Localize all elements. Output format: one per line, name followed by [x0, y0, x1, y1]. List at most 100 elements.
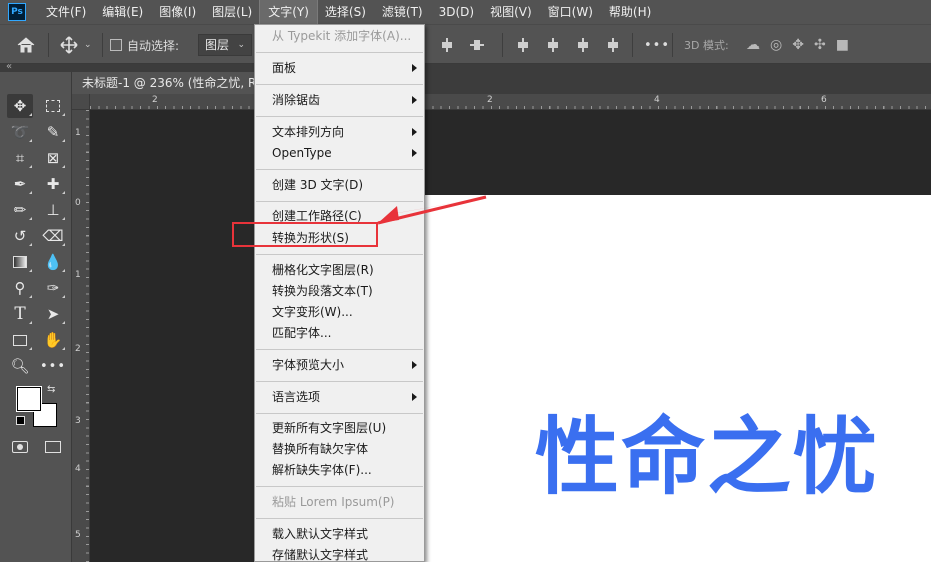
menu-item-replace-missing-fonts[interactable]: 替换所有缺欠字体: [255, 439, 424, 460]
canvas-text-layer[interactable]: 性命之忧: [535, 415, 879, 499]
menu-item-label: 粘贴 Lorem Ipsum(P): [272, 495, 395, 509]
menu-help[interactable]: 帮助(H): [601, 0, 659, 24]
menu-layer[interactable]: 图层(L): [204, 0, 260, 24]
clone-stamp-tool-icon[interactable]: ⊥: [40, 198, 66, 222]
eraser-tool-icon[interactable]: ⌫: [40, 224, 66, 248]
menu-window[interactable]: 窗口(W): [540, 0, 601, 24]
3d-scale-icon[interactable]: ■: [836, 37, 849, 53]
type-menu-dropdown: 从 Typekit 添加字体(A)... 面板 消除锯齿 文本排列方向 Open…: [254, 24, 425, 562]
menu-item-match-font[interactable]: 匹配字体...: [255, 323, 424, 344]
3d-roll-icon[interactable]: ◎: [770, 37, 782, 53]
annotation-highlight-box: [232, 222, 378, 247]
eyedropper-tool-icon[interactable]: ✒: [7, 172, 33, 196]
ruler-tick-label: 5: [75, 530, 81, 540]
menu-item-resolve-missing-fonts[interactable]: 解析缺失字体(F)...: [255, 460, 424, 481]
submenu-arrow-icon: [412, 64, 417, 72]
blur-tool-icon[interactable]: 💧: [40, 250, 66, 274]
collapse-chevron-icon[interactable]: «: [6, 61, 12, 72]
home-icon[interactable]: [16, 25, 36, 65]
options-bar: ⌄ 自动选择: 图层 ⌄ ••• 3D 模式: ☁ ◎ ✥ ✣ ■: [0, 24, 931, 64]
tools-panel: ✥ ➰ ✎ ⌗ ⊠ ✒ ✚ ✏ ⊥ ↺ ⌫ 💧 ⚲ ✑ T ➤ ✋ 🔍︎ •••…: [0, 72, 72, 562]
menu-item-label: 栅格化文字图层(R): [272, 263, 374, 277]
more-tools-icon[interactable]: •••: [40, 354, 66, 378]
menu-item-create-3d-text[interactable]: 创建 3D 文字(D): [255, 175, 424, 196]
menu-item-update-all-text-layers[interactable]: 更新所有文字图层(U): [255, 418, 424, 439]
menu-item-label: 面板: [272, 61, 297, 75]
align-bottom-icon[interactable]: [576, 38, 590, 52]
menu-type[interactable]: 文字(Y): [259, 0, 318, 25]
brush-tool-icon[interactable]: ✏: [7, 198, 33, 222]
menu-item-rasterize-type-layer[interactable]: 栅格化文字图层(R): [255, 260, 424, 281]
quick-mask-icon[interactable]: [7, 435, 33, 459]
crop-tool-icon[interactable]: ⌗: [7, 146, 33, 170]
ruler-origin[interactable]: [72, 94, 90, 110]
menu-item-warp-text[interactable]: 文字变形(W)...: [255, 302, 424, 323]
3d-pan-icon[interactable]: ✥: [792, 37, 804, 53]
menu-bar: Ps 文件(F) 编辑(E) 图像(I) 图层(L) 文字(Y) 选择(S) 滤…: [0, 0, 931, 25]
canvas-document[interactable]: [425, 195, 931, 562]
move-tool-preset-icon[interactable]: ⌄: [60, 25, 92, 65]
align-vertical-center-icon[interactable]: [546, 38, 560, 52]
menu-item-label: 转换为段落文本(T): [272, 284, 373, 298]
menu-item-orientation[interactable]: 文本排列方向: [255, 122, 424, 143]
menu-item-save-default-type-styles[interactable]: 存储默认文字样式: [255, 545, 424, 562]
quick-selection-tool-icon[interactable]: ✎: [40, 120, 66, 144]
rectangle-tool-icon[interactable]: [7, 328, 33, 352]
zoom-tool-icon[interactable]: 🔍︎: [7, 354, 33, 378]
menu-file[interactable]: 文件(F): [38, 0, 94, 24]
menu-item-anti-aliasing[interactable]: 消除锯齿: [255, 90, 424, 111]
swap-colors-icon[interactable]: ⇆: [47, 384, 55, 395]
pen-tool-icon[interactable]: ✑: [40, 276, 66, 300]
auto-select-checkbox-box[interactable]: [110, 39, 122, 51]
distribute-horizontal-icon[interactable]: [470, 38, 484, 52]
history-brush-tool-icon[interactable]: ↺: [7, 224, 33, 248]
dodge-tool-icon[interactable]: ⚲: [7, 276, 33, 300]
healing-brush-tool-icon[interactable]: ✚: [40, 172, 66, 196]
path-selection-tool-icon[interactable]: ➤: [40, 302, 66, 326]
menu-item-font-preview-size[interactable]: 字体预览大小: [255, 355, 424, 376]
menu-item-label: 解析缺失字体(F)...: [272, 463, 372, 477]
layer-select-dropdown[interactable]: 图层 ⌄: [198, 25, 253, 65]
align-top-icon[interactable]: [516, 38, 530, 52]
artboard-marquee-tool-icon[interactable]: [40, 94, 66, 118]
menu-select[interactable]: 选择(S): [317, 0, 374, 24]
horizontal-ruler[interactable]: 2 0 2 4 6: [90, 94, 931, 110]
frame-tool-icon[interactable]: ⊠: [40, 146, 66, 170]
3d-orbit-icon[interactable]: ☁: [746, 37, 760, 53]
menu-item-panels[interactable]: 面板: [255, 58, 424, 79]
type-tool-icon[interactable]: T: [7, 302, 33, 326]
menu-item-load-default-type-styles[interactable]: 载入默认文字样式: [255, 524, 424, 545]
screen-mode-icon[interactable]: [40, 435, 66, 459]
align-left-icon[interactable]: [606, 38, 620, 52]
move-tool-icon[interactable]: ✥: [7, 94, 33, 118]
3d-slide-icon[interactable]: ✣: [814, 37, 826, 53]
align-center-icon[interactable]: [440, 38, 454, 52]
foreground-color-swatch[interactable]: [16, 386, 42, 412]
default-colors-icon[interactable]: [16, 416, 25, 425]
auto-select-label: 自动选择:: [127, 38, 180, 53]
menu-item-label: 创建工作路径(C): [272, 209, 362, 223]
menu-edit[interactable]: 编辑(E): [94, 0, 151, 24]
menu-view[interactable]: 视图(V): [482, 0, 540, 24]
ruler-tick-label: 1: [75, 270, 81, 280]
photoshop-logo-icon: Ps: [8, 3, 26, 21]
lasso-tool-icon[interactable]: ➰: [7, 120, 33, 144]
menu-image[interactable]: 图像(I): [151, 0, 204, 24]
vertical-ruler[interactable]: 1 0 1 2 3 4 5: [72, 110, 90, 562]
submenu-arrow-icon: [412, 149, 417, 157]
gradient-tool-icon[interactable]: [7, 250, 33, 274]
menu-item-convert-to-paragraph[interactable]: 转换为段落文本(T): [255, 281, 424, 302]
panel-collapse-strip[interactable]: «: [0, 61, 931, 72]
hand-tool-icon[interactable]: ✋: [40, 328, 66, 352]
menu-3d[interactable]: 3D(D): [431, 0, 482, 24]
menu-item-language-options[interactable]: 语言选项: [255, 387, 424, 408]
more-options-icon[interactable]: •••: [644, 25, 670, 65]
menu-item-add-fonts-typekit: 从 Typekit 添加字体(A)...: [255, 26, 424, 47]
menu-filter[interactable]: 滤镜(T): [374, 0, 431, 24]
menu-item-label: 创建 3D 文字(D): [272, 178, 364, 192]
auto-select-checkbox[interactable]: 自动选择:: [110, 25, 179, 65]
menu-item-label: 匹配字体...: [272, 326, 332, 340]
document-tab[interactable]: 未标题-1 @ 236% (性命之忧, R: [72, 72, 262, 94]
ruler-tick-label: 6: [821, 95, 827, 105]
menu-item-opentype[interactable]: OpenType: [255, 143, 424, 164]
